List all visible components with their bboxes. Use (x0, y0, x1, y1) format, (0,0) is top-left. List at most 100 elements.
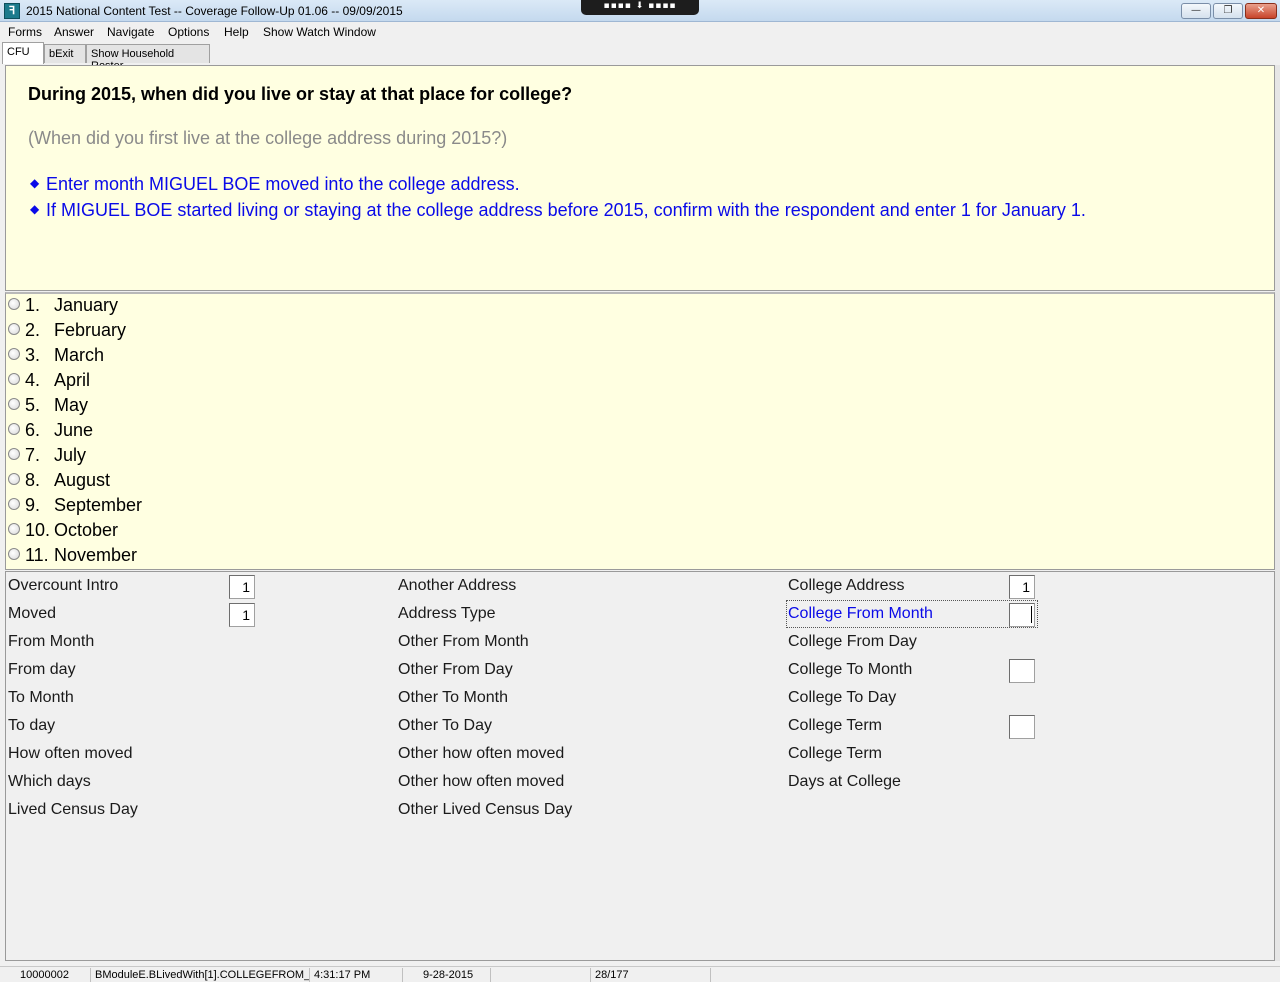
menu-bar: Forms Answer Navigate Options Help Show … (0, 22, 1280, 42)
tab-bexit[interactable]: bExit (44, 44, 86, 63)
field-label[interactable]: College Term (788, 745, 882, 763)
field-value[interactable]: 1 (1009, 575, 1035, 599)
field-label[interactable]: Days at College (788, 773, 901, 791)
field-label[interactable]: From day (8, 661, 76, 679)
status-date: 9-28-2015 (403, 968, 491, 982)
radio-button[interactable] (8, 398, 20, 410)
answer-code: 1. (25, 295, 41, 315)
answer-label: April (54, 370, 91, 390)
answer-label: February (54, 320, 127, 340)
field-label[interactable]: College From Day (788, 633, 917, 651)
radio-button[interactable] (8, 373, 20, 385)
answer-option-august[interactable]: 8. August (8, 470, 110, 495)
remote-session-bar[interactable]: ▪▪▪▪ ⬇ ▪▪▪▪ (581, 0, 699, 15)
radio-button[interactable] (8, 348, 20, 360)
question-probe: (When did you first live at the college … (28, 128, 508, 148)
status-time: 4:31:17 PM (310, 968, 403, 982)
answer-option-july[interactable]: 7. July (8, 445, 86, 470)
answer-option-september[interactable]: 9. September (8, 495, 142, 520)
radio-button[interactable] (8, 498, 20, 510)
minimize-button[interactable]: — (1181, 3, 1211, 19)
tab-cfu[interactable]: CFU (2, 42, 44, 64)
close-button[interactable]: ✕ (1245, 3, 1277, 19)
answer-option-february[interactable]: 2. February (8, 320, 126, 345)
field-label[interactable]: College Term (788, 717, 882, 735)
app-icon: ꟻ (4, 3, 20, 19)
current-field-label[interactable]: College From Month (788, 605, 933, 623)
answer-option-march[interactable]: 3. March (8, 345, 104, 370)
field-label[interactable]: Other how often moved (398, 745, 564, 763)
field-label[interactable]: To day (8, 717, 55, 735)
tab-show-household-roster[interactable]: Show Household Roster (86, 44, 210, 72)
menu-options[interactable]: Options (168, 25, 209, 39)
text-caret (1031, 606, 1032, 623)
status-bar: 10000002 BModuleE.BLivedWith[1].COLLEGEF… (0, 966, 1280, 982)
field-label[interactable]: College To Month (788, 661, 912, 679)
answer-label: March (54, 345, 105, 365)
answer-option-november[interactable]: 11. November (8, 545, 137, 570)
answer-option-april[interactable]: 4. April (8, 370, 90, 395)
status-field-path: BModuleE.BLivedWith[1].COLLEGEFROM_M (91, 968, 310, 982)
answer-label: July (54, 445, 87, 465)
radio-button[interactable] (8, 298, 20, 310)
answer-code: 8. (25, 470, 41, 490)
answer-label: October (54, 520, 119, 540)
answer-code: 2. (25, 320, 41, 340)
answer-label: September (54, 495, 143, 515)
field-label[interactable]: Other how often moved (398, 773, 564, 791)
answer-option-january[interactable]: 1. January (8, 295, 118, 320)
restore-button[interactable]: ❐ (1213, 3, 1243, 19)
answer-option-june[interactable]: 6. June (8, 420, 93, 445)
field-value[interactable] (1009, 659, 1035, 683)
field-label[interactable]: To Month (8, 689, 74, 707)
right-edge-scroll (1275, 65, 1280, 961)
title-bar: ꟻ 2015 National Content Test -- Coverage… (0, 0, 1280, 22)
instruction-item: ◆ If MIGUEL BOE started living or staying… (30, 200, 1086, 221)
status-case-id: 10000002 (16, 968, 91, 982)
answer-label: June (54, 420, 94, 440)
menu-show-watch-window[interactable]: Show Watch Window (263, 25, 376, 39)
answer-option-october[interactable]: 10. October (8, 520, 118, 545)
menu-navigate[interactable]: Navigate (107, 25, 154, 39)
menu-forms[interactable]: Forms (8, 25, 42, 39)
tab-strip: CFU bExit Show Household Roster (0, 42, 1280, 72)
field-label[interactable]: Lived Census Day (8, 801, 138, 819)
field-label[interactable]: Other From Day (398, 661, 513, 679)
field-label[interactable]: Other To Month (398, 689, 508, 707)
radio-button[interactable] (8, 423, 20, 435)
menu-help[interactable]: Help (224, 25, 249, 39)
answer-option-may[interactable]: 5. May (8, 395, 88, 420)
field-label[interactable]: Other To Day (398, 717, 492, 735)
field-label[interactable]: From Month (8, 633, 94, 651)
menu-answer[interactable]: Answer (54, 25, 94, 39)
answer-code: 7. (25, 445, 41, 465)
answer-code: 10. (25, 520, 51, 540)
field-value[interactable]: 1 (229, 603, 255, 627)
field-label[interactable]: Other Lived Census Day (398, 801, 572, 819)
answer-label: August (54, 470, 111, 490)
field-label[interactable]: College Address (788, 577, 905, 595)
field-label[interactable]: Other From Month (398, 633, 529, 651)
field-label[interactable]: Overcount Intro (8, 577, 118, 595)
answer-code: 11. (25, 545, 49, 565)
field-label[interactable]: Address Type (398, 605, 496, 623)
field-value[interactable] (1009, 715, 1035, 739)
answer-code: 9. (25, 495, 41, 515)
question-pane: During 2015, when did you live or stay a… (5, 65, 1275, 291)
diamond-bullet-icon: ◆ (30, 176, 40, 190)
answer-code: 5. (25, 395, 41, 415)
radio-button[interactable] (8, 523, 20, 535)
radio-button[interactable] (8, 473, 20, 485)
window-title: 2015 National Content Test -- Coverage F… (26, 4, 403, 18)
field-label[interactable]: How often moved (8, 745, 133, 763)
field-value[interactable]: 1 (229, 575, 255, 599)
field-label[interactable]: Which days (8, 773, 91, 791)
field-label[interactable]: Moved (8, 605, 56, 623)
field-label[interactable]: Another Address (398, 577, 516, 595)
question-text: During 2015, when did you live or stay a… (28, 84, 573, 104)
radio-button[interactable] (8, 548, 20, 560)
radio-button[interactable] (8, 448, 20, 460)
answer-label: November (54, 545, 138, 565)
radio-button[interactable] (8, 323, 20, 335)
field-label[interactable]: College To Day (788, 689, 896, 707)
